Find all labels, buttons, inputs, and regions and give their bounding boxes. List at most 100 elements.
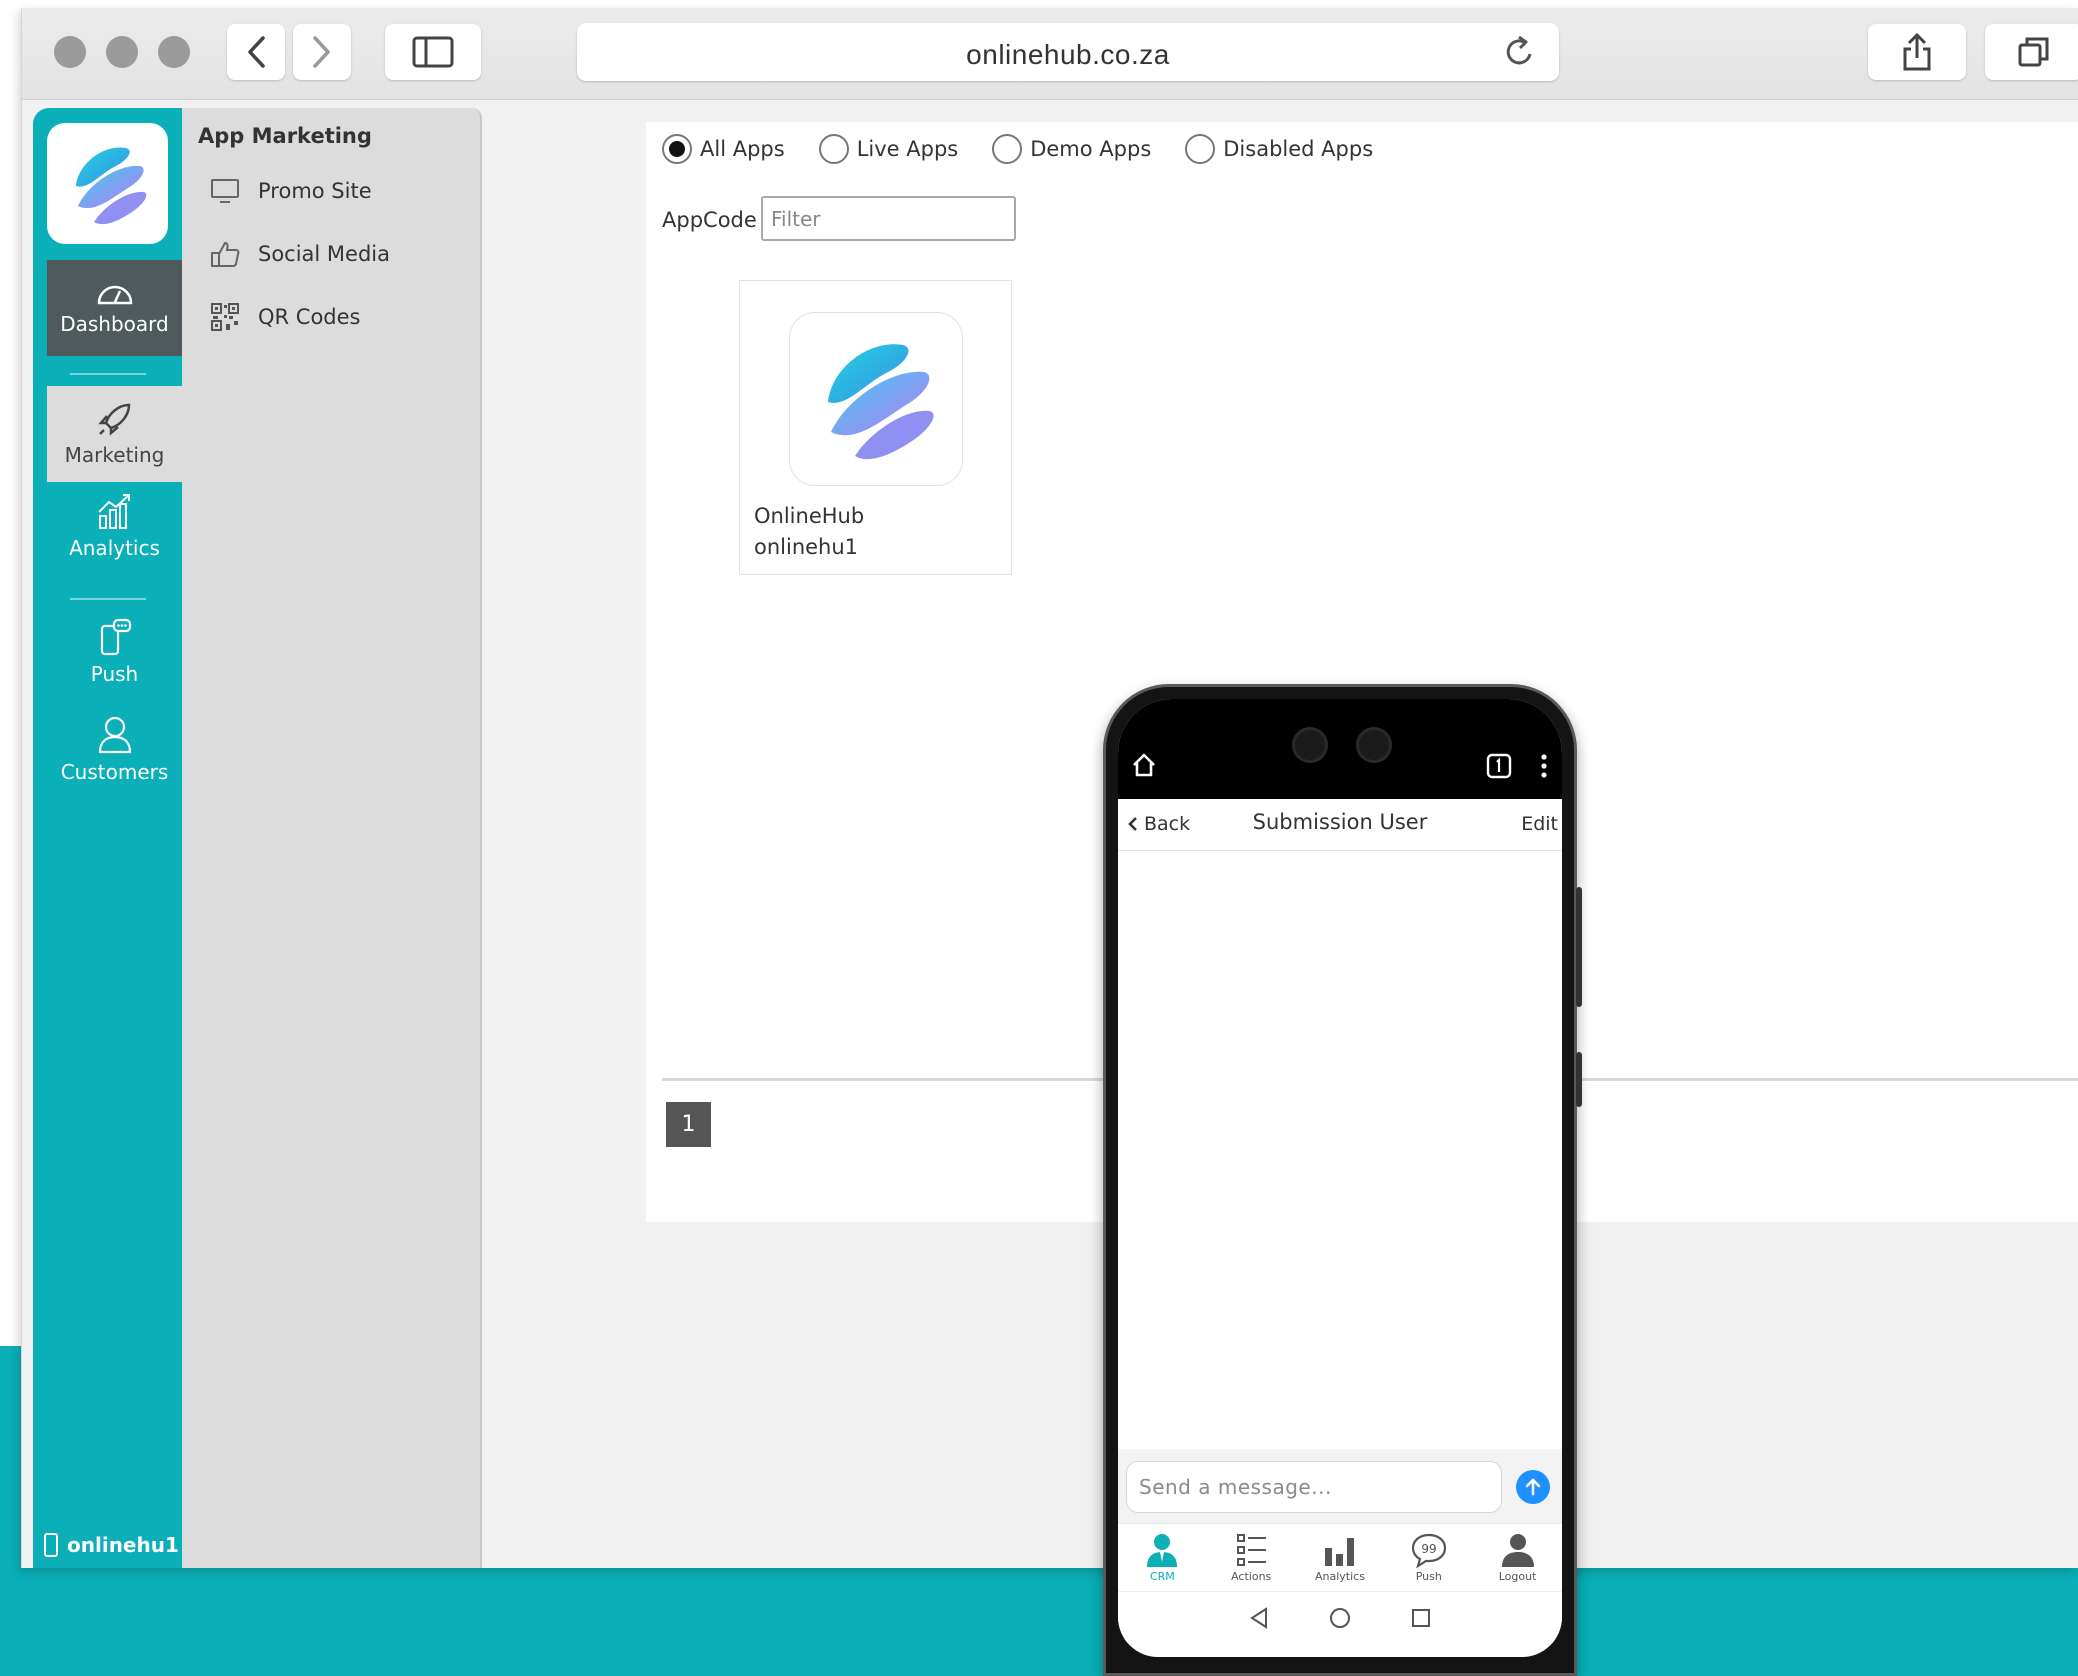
phone-nav-bar: Back Submission User Edit xyxy=(1118,799,1562,851)
android-back-icon[interactable] xyxy=(1248,1606,1270,1630)
message-input[interactable] xyxy=(1126,1461,1502,1513)
reload-icon[interactable] xyxy=(1503,35,1537,69)
brand-logo[interactable] xyxy=(47,123,168,244)
rail-customers[interactable]: Customers xyxy=(47,714,182,794)
rail-separator xyxy=(70,598,146,600)
appcode-filter-input[interactable] xyxy=(761,196,1016,241)
share-button[interactable] xyxy=(1868,24,1966,80)
appcode-label: AppCode xyxy=(662,208,757,232)
app-card[interactable]: OnlineHub onlinehu1 xyxy=(739,280,1012,575)
app-name: OnlineHub xyxy=(754,504,865,528)
filter-all-apps[interactable]: All Apps xyxy=(662,134,785,164)
radio-live-apps[interactable] xyxy=(818,134,849,164)
android-home-icon[interactable] xyxy=(1328,1606,1352,1630)
background-top xyxy=(0,0,2078,8)
send-button[interactable] xyxy=(1516,1470,1550,1504)
app-icon[interactable] xyxy=(789,312,963,486)
marketing-submenu: App Marketing Promo Site Social Media QR… xyxy=(182,108,482,1568)
browser-window: onlinehub.co.za Dashboard Marketing Anal… xyxy=(21,8,2078,1568)
filter-disabled-apps[interactable]: Disabled Apps xyxy=(1185,134,1373,164)
tab-label: Push xyxy=(1415,1570,1442,1583)
phone-tab-bar: CRM Actions Analytics 99 Push Logout xyxy=(1118,1523,1562,1591)
person-icon xyxy=(1501,1534,1534,1567)
phone-screen: Back Submission User Edit CRM Actions An… xyxy=(1118,699,1562,1657)
pagination-page[interactable]: 1 xyxy=(666,1102,711,1147)
chevron-right-icon xyxy=(313,36,330,68)
app-code: onlinehu1 xyxy=(754,535,859,559)
tab-label: CRM xyxy=(1149,1570,1175,1583)
home-icon[interactable] xyxy=(1130,751,1158,779)
svg-text:99: 99 xyxy=(1421,1542,1436,1556)
rail-push[interactable]: Push xyxy=(47,618,182,698)
nav-rail: Dashboard Marketing Analytics Push Custo… xyxy=(33,108,182,1568)
message-composer xyxy=(1118,1449,1562,1523)
monitor-icon xyxy=(211,179,239,203)
front-camera xyxy=(1292,727,1328,763)
tabs-overview-button[interactable] xyxy=(1985,24,2078,80)
submenu-item-label: QR Codes xyxy=(258,305,361,329)
sidebar-toggle-button[interactable] xyxy=(385,24,481,80)
url-text: onlinehub.co.za xyxy=(966,39,1170,70)
filter-label: Live Apps xyxy=(856,137,959,161)
tab-actions[interactable]: Actions xyxy=(1211,1532,1291,1583)
rail-analytics[interactable]: Analytics xyxy=(47,492,182,572)
radio-disabled-apps[interactable] xyxy=(1185,134,1216,164)
tab-label: Analytics xyxy=(1315,1570,1365,1583)
qr-code-icon xyxy=(211,303,239,331)
thumbs-up-icon xyxy=(211,241,240,267)
submenu-item-label: Promo Site xyxy=(258,179,372,203)
close-window-button[interactable] xyxy=(54,36,86,68)
rail-dashboard-label: Dashboard xyxy=(60,312,169,336)
speedometer-icon xyxy=(97,285,132,305)
phone-mockup: Back Submission User Edit CRM Actions An… xyxy=(1103,684,1582,1676)
android-recents-icon[interactable] xyxy=(1410,1607,1432,1629)
submenu-item-qr-codes[interactable]: QR Codes xyxy=(210,302,361,332)
rail-marketing[interactable]: Marketing xyxy=(47,386,182,482)
tabs-icon xyxy=(2018,37,2049,67)
front-sensor xyxy=(1356,727,1392,763)
current-user-label: onlinehu1 xyxy=(67,1533,179,1557)
tab-count-icon[interactable] xyxy=(1486,753,1512,779)
tab-analytics[interactable]: Analytics xyxy=(1300,1532,1380,1583)
submenu-item-social-media[interactable]: Social Media xyxy=(210,240,390,268)
address-bar[interactable]: onlinehub.co.za xyxy=(577,23,1559,81)
submenu-item-label: Social Media xyxy=(258,242,391,266)
rocket-icon xyxy=(97,403,130,436)
bar-chart-icon xyxy=(1324,1538,1354,1566)
radio-all-apps[interactable] xyxy=(662,134,692,164)
phone-icon xyxy=(44,1533,58,1557)
phone-screen-title: Submission User xyxy=(1252,810,1428,834)
app-card-text: OnlineHub onlinehu1 xyxy=(754,501,864,563)
tab-logout[interactable]: Logout xyxy=(1478,1532,1558,1583)
more-vertical-icon[interactable] xyxy=(1540,753,1548,779)
current-user[interactable]: onlinehu1 xyxy=(43,1532,179,1558)
chat-bubble-icon: 99 xyxy=(1411,1533,1446,1568)
forward-button[interactable] xyxy=(293,24,351,80)
analytics-chart-icon xyxy=(97,494,130,529)
filter-demo-apps[interactable]: Demo Apps xyxy=(992,134,1151,164)
tab-push[interactable]: 99 Push xyxy=(1389,1532,1469,1583)
zoom-window-button[interactable] xyxy=(158,36,190,68)
rail-separator xyxy=(70,373,146,375)
rail-marketing-label: Marketing xyxy=(64,443,165,467)
crm-user-icon xyxy=(1147,1534,1178,1567)
tab-label: Logout xyxy=(1498,1570,1537,1583)
submenu-title: App Marketing xyxy=(198,124,372,148)
radio-demo-apps[interactable] xyxy=(992,134,1023,164)
android-nav-bar xyxy=(1118,1591,1562,1643)
list-icon xyxy=(1237,1534,1267,1566)
browser-toolbar: onlinehub.co.za xyxy=(22,8,2078,100)
tab-label: Actions xyxy=(1231,1570,1272,1583)
filter-live-apps[interactable]: Live Apps xyxy=(818,134,959,164)
tab-crm[interactable]: CRM xyxy=(1122,1532,1202,1583)
back-button[interactable] xyxy=(227,24,285,80)
customer-icon xyxy=(98,716,131,754)
phone-edit-button[interactable]: Edit xyxy=(1521,813,1558,835)
sidebar-icon xyxy=(412,36,454,68)
rail-dashboard[interactable]: Dashboard xyxy=(47,260,182,356)
share-icon xyxy=(1903,32,1931,71)
minimize-window-button[interactable] xyxy=(106,36,138,68)
submenu-item-promo-site[interactable]: Promo Site xyxy=(210,178,372,204)
filter-label: Disabled Apps xyxy=(1223,137,1374,161)
app-status-filter: All Apps Live Apps Demo Apps Disabled Ap… xyxy=(662,134,1407,164)
